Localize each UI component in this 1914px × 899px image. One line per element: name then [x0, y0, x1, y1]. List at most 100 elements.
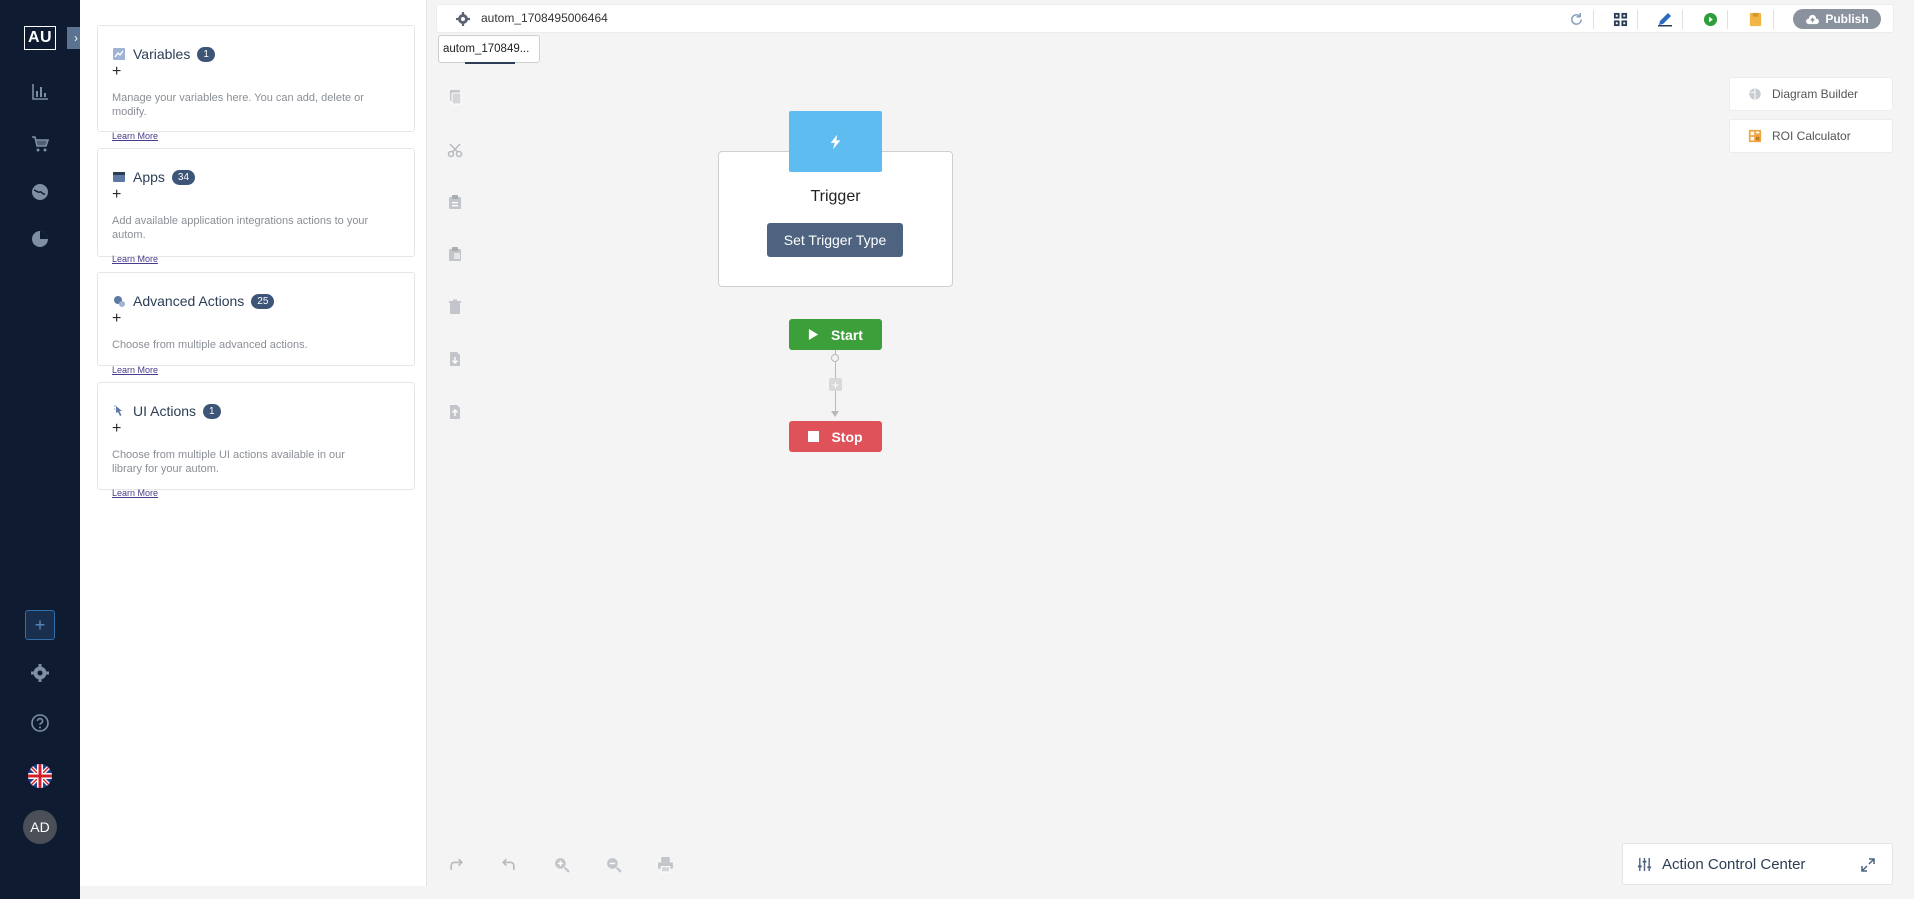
count-badge: 34	[171, 169, 196, 185]
cut-tool[interactable]	[440, 135, 470, 165]
card-description: Manage your variables here. You can add,…	[112, 92, 364, 118]
gear-icon	[31, 664, 49, 682]
refresh-icon	[1570, 12, 1582, 25]
clipboard-icon	[449, 195, 461, 209]
diagram-icon	[1749, 88, 1761, 100]
start-label: Start	[831, 326, 863, 343]
refresh-button[interactable]	[1567, 10, 1585, 28]
copy-icon	[450, 90, 462, 105]
learn-more-link[interactable]: Learn More	[112, 488, 158, 498]
add-ui-action-button[interactable]: +	[112, 420, 121, 437]
user-avatar[interactable]: AD	[23, 810, 57, 844]
diagram-builder-button[interactable]: Diagram Builder	[1729, 77, 1893, 111]
card-variables[interactable]: Variables 1 + Manage your variables here…	[97, 25, 415, 141]
paste-tool[interactable]	[440, 187, 470, 217]
actions-panel: Variables 1 + Manage your variables here…	[80, 0, 427, 886]
roi-calculator-label: ROI Calculator	[1772, 129, 1851, 143]
card-ui-actions[interactable]: UI Actions 1 + Choose from multiple UI a…	[97, 382, 415, 498]
calculator-icon	[1748, 129, 1762, 143]
zoom-out-button[interactable]	[598, 849, 628, 879]
delete-tool[interactable]	[440, 292, 470, 322]
variables-icon	[112, 47, 126, 61]
run-button[interactable]	[1701, 10, 1719, 28]
zoom-in-button[interactable]	[546, 849, 576, 879]
grid-view-button[interactable]	[1611, 10, 1629, 28]
app-logo[interactable]: AU	[24, 26, 56, 50]
add-icon: +	[34, 614, 46, 635]
print-icon	[657, 856, 673, 872]
autom-tab[interactable]: autom_170849...	[438, 35, 540, 64]
language-selector[interactable]	[28, 764, 52, 788]
clipboard-list-icon	[449, 247, 461, 261]
learn-more-link[interactable]: Learn More	[112, 254, 158, 264]
file-upload-icon	[450, 405, 460, 419]
sliders-icon	[1637, 857, 1652, 871]
card-description: Choose from multiple advanced actions.	[112, 339, 308, 351]
add-app-button[interactable]: +	[112, 186, 121, 203]
settings-button[interactable]	[24, 657, 56, 689]
connector-line	[835, 362, 836, 378]
file-download-icon	[450, 352, 460, 366]
publish-button[interactable]: Publish	[1793, 9, 1881, 29]
autom-name[interactable]: autom_1708495006464	[481, 11, 608, 25]
help-button[interactable]	[24, 707, 56, 739]
autom-settings-icon[interactable]	[455, 11, 471, 27]
nav-marketplace[interactable]	[24, 128, 56, 160]
notes-button[interactable]	[1746, 10, 1764, 28]
add-advanced-action-button[interactable]: +	[112, 310, 121, 327]
flag-uk-icon	[28, 764, 52, 788]
card-title: Advanced Actions	[133, 293, 245, 309]
action-control-center-label: Action Control Center	[1662, 855, 1806, 873]
card-advanced-actions[interactable]: Advanced Actions 25 + Choose from multip…	[97, 272, 415, 375]
publish-label: Publish	[1825, 12, 1869, 26]
diagram-builder-label: Diagram Builder	[1772, 87, 1859, 101]
stop-node[interactable]: Stop	[789, 421, 882, 452]
import-tool[interactable]	[440, 344, 470, 374]
play-icon	[808, 329, 819, 340]
nav-rail: AU › + AD	[0, 0, 85, 899]
grid-icon	[1613, 12, 1627, 26]
connector-line	[835, 391, 836, 412]
tab-label: autom_170849...	[443, 43, 530, 55]
connector-dot	[831, 354, 839, 362]
editor-toolbar: autom_1708495006464 Publish	[436, 4, 1894, 33]
start-node[interactable]: Start	[789, 319, 882, 350]
apps-icon	[112, 170, 126, 184]
action-control-center[interactable]: Action Control Center	[1622, 843, 1893, 885]
trigger-title: Trigger	[810, 188, 861, 205]
paste-special-tool[interactable]	[440, 239, 470, 269]
undo-button[interactable]	[493, 849, 523, 879]
learn-more-link[interactable]: Learn More	[112, 365, 158, 375]
redo-icon	[449, 858, 463, 870]
cart-icon	[32, 136, 50, 152]
redo-button[interactable]	[441, 849, 471, 879]
count-badge: 1	[203, 403, 221, 419]
copy-tool[interactable]	[440, 82, 470, 112]
cloud-upload-icon	[1806, 14, 1820, 24]
nav-analytics[interactable]	[24, 76, 56, 108]
add-variable-button[interactable]: +	[112, 63, 121, 80]
roi-calculator-button[interactable]: ROI Calculator	[1729, 119, 1893, 153]
lightning-icon	[830, 134, 841, 149]
trash-icon	[449, 299, 461, 314]
edit-button[interactable]	[1656, 10, 1674, 28]
count-badge: 25	[251, 293, 275, 309]
zoom-in-icon	[554, 857, 570, 873]
nav-reports[interactable]	[24, 223, 56, 255]
card-title: UI Actions	[133, 403, 197, 419]
card-apps[interactable]: Apps 34 + Add available application inte…	[97, 148, 415, 264]
set-trigger-type-button[interactable]: Set Trigger Type	[767, 223, 903, 257]
trigger-icon-tile[interactable]	[789, 111, 882, 172]
scissors-icon	[447, 143, 463, 158]
export-tool[interactable]	[440, 397, 470, 427]
print-button[interactable]	[650, 849, 680, 879]
create-autom-button[interactable]: +	[25, 610, 55, 640]
pie-chart-icon	[32, 231, 48, 247]
expand-icon[interactable]	[1860, 857, 1876, 873]
nav-globe[interactable]	[24, 176, 56, 208]
insert-step-button[interactable]: +	[829, 378, 842, 391]
learn-more-link[interactable]: Learn More	[112, 131, 158, 141]
advanced-actions-icon	[112, 294, 126, 308]
note-icon	[1749, 12, 1761, 26]
stop-icon	[808, 431, 820, 442]
